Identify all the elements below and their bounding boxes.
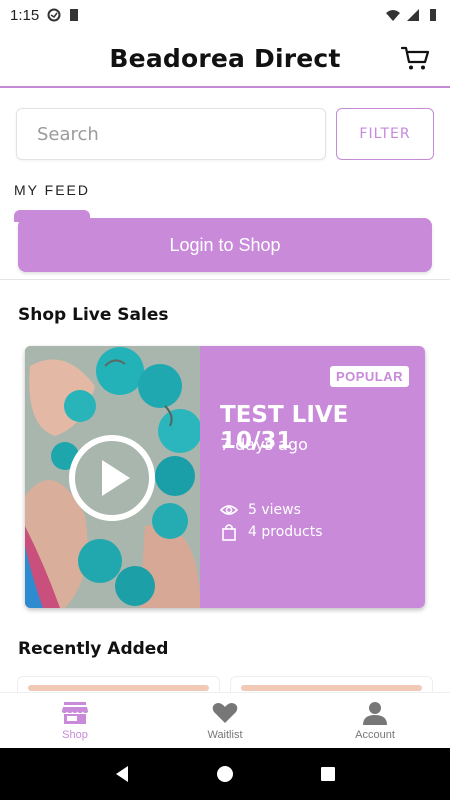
shopping-bag-icon bbox=[222, 524, 236, 541]
live-sales-title: Shop Live Sales bbox=[18, 305, 169, 325]
nav-account[interactable]: Account bbox=[300, 693, 450, 748]
products-count: 4 products bbox=[248, 524, 323, 540]
status-bar: 1:15 bbox=[0, 0, 450, 30]
cart-icon[interactable] bbox=[400, 43, 430, 73]
sync-icon bbox=[47, 8, 61, 22]
heart-icon bbox=[212, 702, 238, 723]
products-stat: 4 products bbox=[220, 523, 323, 541]
status-time: 1:15 bbox=[10, 6, 40, 24]
views-count: 5 views bbox=[248, 502, 301, 518]
login-to-shop-button[interactable]: Login to Shop bbox=[18, 218, 432, 272]
search-input[interactable] bbox=[16, 108, 326, 160]
sd-card-icon bbox=[70, 9, 79, 21]
nav-shop[interactable]: Shop bbox=[0, 693, 150, 748]
play-icon[interactable] bbox=[68, 434, 156, 522]
signal-icon bbox=[407, 9, 419, 21]
battery-icon bbox=[430, 9, 436, 21]
nav-waitlist[interactable]: Waitlist bbox=[150, 693, 300, 748]
home-icon[interactable] bbox=[214, 763, 236, 785]
filter-button[interactable]: FILTER bbox=[336, 108, 434, 160]
back-icon[interactable] bbox=[111, 763, 133, 785]
my-feed-label: MY FEED bbox=[14, 182, 90, 198]
section-divider bbox=[0, 279, 450, 280]
live-info-panel: POPULAR TEST LIVE 10/31 7 days ago 5 vie… bbox=[200, 346, 425, 608]
live-thumbnail[interactable] bbox=[25, 346, 200, 608]
live-sale-card[interactable]: POPULAR TEST LIVE 10/31 7 days ago 5 vie… bbox=[25, 346, 425, 608]
app-title: Beadorea Direct bbox=[109, 43, 341, 73]
popular-badge: POPULAR bbox=[329, 366, 409, 387]
eye-icon bbox=[220, 505, 238, 515]
wifi-icon bbox=[386, 10, 400, 21]
system-nav-bar bbox=[0, 748, 450, 800]
person-icon bbox=[363, 701, 387, 725]
live-sale-time: 7 days ago bbox=[220, 435, 308, 454]
nav-account-label: Account bbox=[355, 728, 395, 741]
nav-shop-label: Shop bbox=[62, 728, 88, 741]
bottom-nav: Shop Waitlist Account bbox=[0, 692, 450, 748]
views-stat: 5 views bbox=[220, 501, 301, 519]
recents-icon[interactable] bbox=[317, 763, 339, 785]
nav-waitlist-label: Waitlist bbox=[207, 728, 243, 741]
app-header: Beadorea Direct bbox=[0, 30, 450, 88]
recently-added-title: Recently Added bbox=[18, 639, 169, 659]
storefront-icon bbox=[62, 701, 88, 724]
search-row: FILTER bbox=[16, 108, 434, 160]
